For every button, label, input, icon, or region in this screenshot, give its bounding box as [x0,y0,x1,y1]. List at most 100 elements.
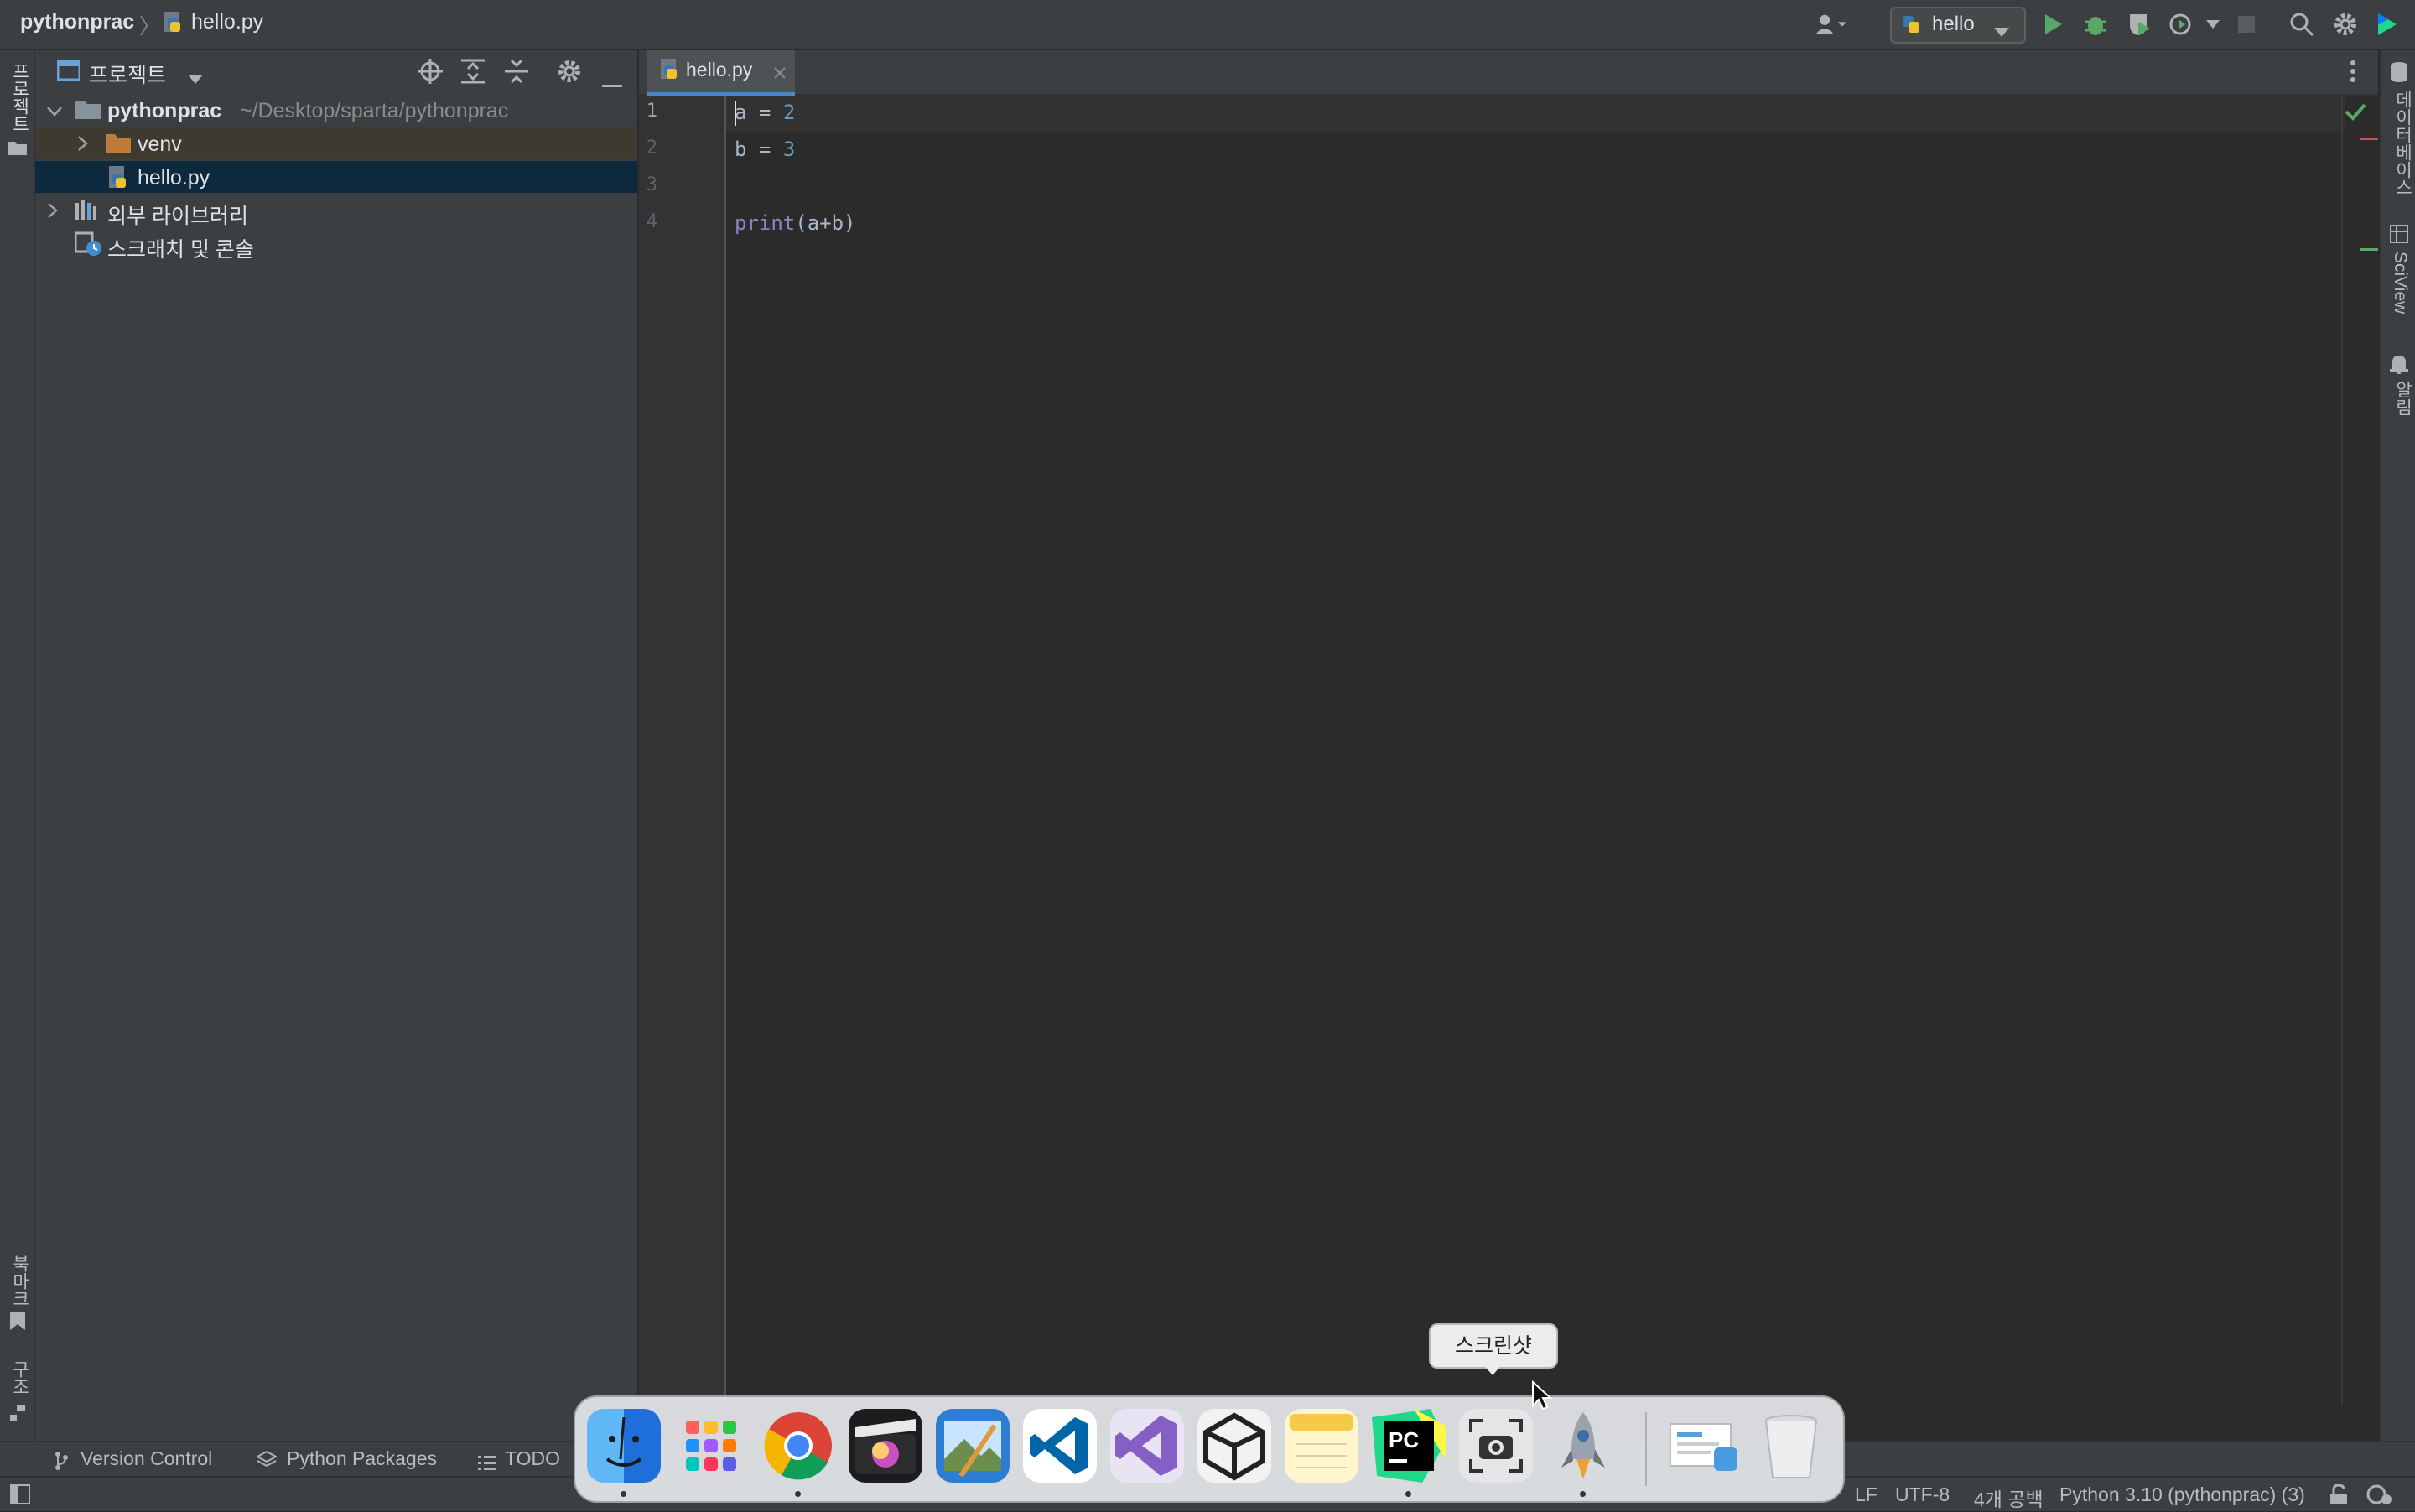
debug-icon[interactable] [2080,8,2111,40]
locate-file-icon[interactable] [418,59,443,90]
account-icon[interactable] [1815,8,1846,40]
right-margin-guide [2341,96,2343,1404]
line-number: 1 [646,101,657,122]
more-run-chevron-icon[interactable] [2197,8,2229,40]
breadcrumb-project[interactable]: pythonprac [20,10,134,34]
branch-icon [54,1451,69,1477]
line-separator-widget[interactable]: LF [1855,1483,1877,1506]
collapse-all-icon[interactable] [505,59,528,90]
profiler-icon[interactable] [2165,8,2197,40]
inspector-icon[interactable] [2366,1483,2392,1512]
preview-icon[interactable] [936,1409,1010,1483]
indent-widget[interactable]: 4개 공백 [1974,1483,2044,1512]
tree-row-external-libraries[interactable]: 외부 라이브러리 [35,195,637,228]
unity-icon[interactable] [1197,1409,1271,1483]
macos-dock: PC [574,1395,1845,1503]
toggle-tool-windows-icon[interactable] [10,1484,30,1510]
search-icon[interactable] [2286,8,2318,40]
running-indicator [795,1491,801,1497]
stop-icon[interactable] [2231,8,2262,40]
assign-operator: = [746,138,783,161]
screenshot-icon[interactable] [1459,1409,1533,1483]
python-packages-tab[interactable]: Python Packages [287,1447,437,1470]
code-line-2[interactable]: b = 3 [735,138,795,161]
todo-tab[interactable]: TODO [505,1447,560,1470]
identifier-a: a [735,101,747,124]
trash-icon[interactable] [1754,1409,1828,1483]
editor-tab-bar: hello.py [639,50,2378,96]
mouse-cursor-icon [1531,1380,1553,1416]
sciview-tool-tab[interactable]: SciView [2390,252,2410,314]
database-tool-tab[interactable]: 데이터베이스 [2390,91,2415,196]
tree-external-libs-label: 외부 라이브러리 [107,205,248,228]
structure-tool-tab[interactable]: 구조 [7,1360,32,1395]
view-chevron-down-icon[interactable] [188,67,203,91]
expand-all-icon[interactable] [461,59,485,90]
database-icon [2390,62,2408,88]
print-arguments: (a+b) [795,211,856,235]
tree-row-venv[interactable]: venv [35,127,637,159]
chevron-down-icon[interactable] [47,99,62,123]
final-cut-icon[interactable] [849,1409,922,1483]
project-pane-header: 프로젝트 [35,50,637,92]
vscode-icon[interactable] [1023,1409,1097,1483]
tree-row-hello-py[interactable]: hello.py [35,161,637,193]
notes-icon[interactable] [1285,1409,1358,1483]
chevron-down-icon [1994,20,2009,44]
chevron-right-icon[interactable] [77,132,89,157]
downloads-stack-icon[interactable] [1667,1409,1741,1483]
close-tab-icon[interactable] [773,62,787,86]
tree-row-root[interactable]: pythonprac ~/Desktop/sparta/pythonprac [35,94,637,126]
bookmarks-tool-tab[interactable]: 북마크 [7,1255,32,1307]
structure-icon [10,1404,25,1427]
visual-studio-icon[interactable] [1110,1409,1184,1483]
code-line-1[interactable]: a = 2 [735,101,795,124]
coverage-icon[interactable] [2123,8,2155,40]
run-config-selector[interactable]: hello [1890,7,2026,44]
encoding-widget[interactable]: UTF-8 [1895,1483,1950,1506]
library-icon [75,200,101,226]
tree-scratches-label: 스크래치 및 콘솔 [107,238,254,262]
folder-icon [75,99,101,125]
settings-gear-icon[interactable] [2329,8,2361,40]
project-view-icon [56,60,81,86]
folder-icon [8,138,27,161]
dock-tooltip: 스크린샷 [1429,1323,1558,1369]
change-stripe-mark[interactable] [2360,248,2378,251]
interpreter-widget[interactable]: Python 3.10 (pythonprac) (3) [2059,1483,2305,1506]
hide-pane-icon[interactable] [602,70,622,94]
python-file-icon [107,166,129,195]
notifications-tool-tab[interactable]: 알림 [2390,381,2415,416]
pycharm-icon[interactable]: PC [1372,1409,1446,1483]
python-file-icon [659,59,679,86]
tree-row-scratches[interactable]: 스크래치 및 콘솔 [35,228,637,262]
tab-hello-py[interactable]: hello.py [647,50,795,96]
chrome-icon[interactable] [761,1409,835,1483]
inspection-ok-check-icon[interactable] [2345,102,2366,127]
pane-settings-gear-icon[interactable] [557,59,582,90]
assign-operator: = [746,101,783,124]
breadcrumb-file[interactable]: hello.py [191,10,263,34]
code-line-4[interactable]: print(a+b) [735,211,856,235]
chevron-right-icon[interactable] [47,200,59,224]
code-editor[interactable]: a = 2 b = 3 print(a+b) [726,96,2345,1404]
print-builtin: print [735,211,796,235]
finder-icon[interactable] [587,1409,661,1483]
project-tool-window: 프로젝트 pythonprac ~/Desktop/sparta/pythonp… [35,50,639,1442]
project-pane-title[interactable]: 프로젝트 [89,59,166,89]
rocket-icon[interactable] [1546,1409,1620,1483]
bell-icon [2390,354,2408,380]
line-number: 3 [646,174,657,195]
line-number: 2 [646,138,657,158]
unlock-icon[interactable] [2329,1483,2348,1510]
project-tool-tab[interactable]: 프로젝트 [7,62,32,132]
launchpad-icon[interactable] [674,1409,748,1483]
tooltip-arrow [1483,1364,1503,1375]
version-control-tab[interactable]: Version Control [80,1447,212,1470]
run-icon[interactable] [2038,8,2070,40]
tree-root-name: pythonprac [107,99,222,122]
error-stripe-mark[interactable] [2360,138,2378,140]
jetbrains-toolbox-icon[interactable] [2371,8,2403,40]
more-options-icon[interactable] [2350,60,2356,88]
left-tool-stripe: 프로젝트 북마크 구조 [0,50,35,1476]
